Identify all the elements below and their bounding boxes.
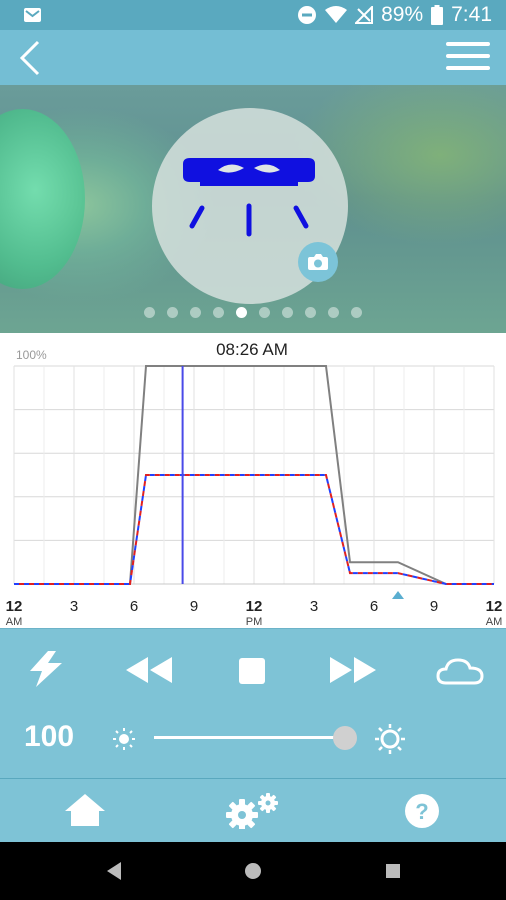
- pager-dot-4[interactable]: [213, 307, 224, 318]
- help-icon: ?: [405, 794, 439, 828]
- hamburger-menu-icon: [446, 42, 490, 46]
- rewind-button[interactable]: [124, 655, 174, 690]
- nav-help-button[interactable]: ?: [404, 793, 440, 834]
- cloud-icon: [436, 658, 484, 685]
- brightness-slider-thumb[interactable]: [333, 726, 357, 750]
- camera-icon: [308, 254, 328, 270]
- playback-controls: 100: [0, 628, 506, 778]
- svg-text:?: ?: [415, 799, 428, 824]
- pager-dot-8[interactable]: [305, 307, 316, 318]
- x-tick-label: 12: [6, 598, 23, 615]
- back-button[interactable]: [14, 38, 46, 78]
- stop-button[interactable]: [238, 657, 266, 690]
- x-tick-label: 3: [70, 598, 78, 615]
- fast-forward-button[interactable]: [328, 655, 378, 690]
- lightning-icon: [30, 651, 62, 687]
- do-not-disturb-icon: [298, 6, 317, 24]
- brightness-high-button[interactable]: [374, 723, 406, 760]
- pager-dot-3[interactable]: [190, 307, 201, 318]
- pager-dot-7[interactable]: [282, 307, 293, 318]
- x-tick-label: 9: [190, 598, 198, 615]
- fast-forward-icon: [330, 657, 376, 683]
- background-decoration: [0, 109, 85, 289]
- x-tick-sublabel: PM: [246, 616, 263, 628]
- pager-dot-2[interactable]: [167, 307, 178, 318]
- no-signal-icon: [355, 6, 374, 24]
- x-tick-sublabel: AM: [486, 616, 503, 628]
- settings-gears-icon: [226, 793, 278, 831]
- pager-dot-10[interactable]: [351, 307, 362, 318]
- lightning-button[interactable]: [26, 651, 66, 692]
- app-header: [0, 30, 506, 85]
- x-tick-label: 9: [430, 598, 438, 615]
- brightness-low-button[interactable]: [112, 727, 136, 756]
- pager-dot-5[interactable]: [236, 307, 247, 318]
- status-time: 7:41: [451, 3, 492, 26]
- x-tick-label: 12: [246, 598, 263, 615]
- cloud-button[interactable]: [436, 657, 484, 690]
- menu-button[interactable]: [446, 42, 490, 72]
- rewind-icon: [126, 657, 172, 683]
- back-triangle-icon[interactable]: [107, 862, 121, 880]
- marker-triangle[interactable]: [392, 591, 404, 599]
- system-nav-bar: [0, 842, 506, 900]
- current-time-label: 08:26 AM: [216, 340, 288, 359]
- y-max-label: 100%: [16, 348, 47, 362]
- x-tick-label: 3: [310, 598, 318, 615]
- bottom-nav: ?: [0, 778, 506, 842]
- fixture-carousel[interactable]: [0, 85, 506, 333]
- battery-percent: 89%: [381, 3, 424, 26]
- status-bar: 89% 7:41: [0, 0, 506, 30]
- recents-square-icon[interactable]: [386, 864, 400, 878]
- nav-settings-button[interactable]: [224, 793, 282, 834]
- carousel-pager[interactable]: [0, 307, 506, 321]
- brightness-value: 100: [24, 720, 75, 753]
- chevron-left-icon: [19, 40, 40, 76]
- x-tick-label: 6: [130, 598, 138, 615]
- mail-icon: [24, 8, 41, 22]
- x-tick-label: 6: [370, 598, 378, 615]
- camera-button[interactable]: [298, 242, 338, 282]
- brightness-slider-track[interactable]: [154, 736, 346, 739]
- x-tick-sublabel: AM: [6, 616, 23, 628]
- schedule-chart[interactable]: 100% 08:26 AM 12 AM 3 6 9 12 PM 3 6 9 12 AM: [0, 333, 506, 628]
- sun-small-icon: [113, 728, 135, 750]
- pager-dot-1[interactable]: [144, 307, 155, 318]
- sun-large-icon: [375, 724, 405, 754]
- home-circle-icon[interactable]: [245, 863, 261, 879]
- nav-home-button[interactable]: [64, 793, 106, 832]
- pager-dot-6[interactable]: [259, 307, 270, 318]
- x-tick-label: 12: [486, 598, 503, 615]
- battery-icon: [431, 5, 444, 25]
- pager-dot-9[interactable]: [328, 307, 339, 318]
- stop-icon: [239, 658, 265, 684]
- wifi-icon: [325, 6, 348, 23]
- home-icon: [65, 794, 105, 826]
